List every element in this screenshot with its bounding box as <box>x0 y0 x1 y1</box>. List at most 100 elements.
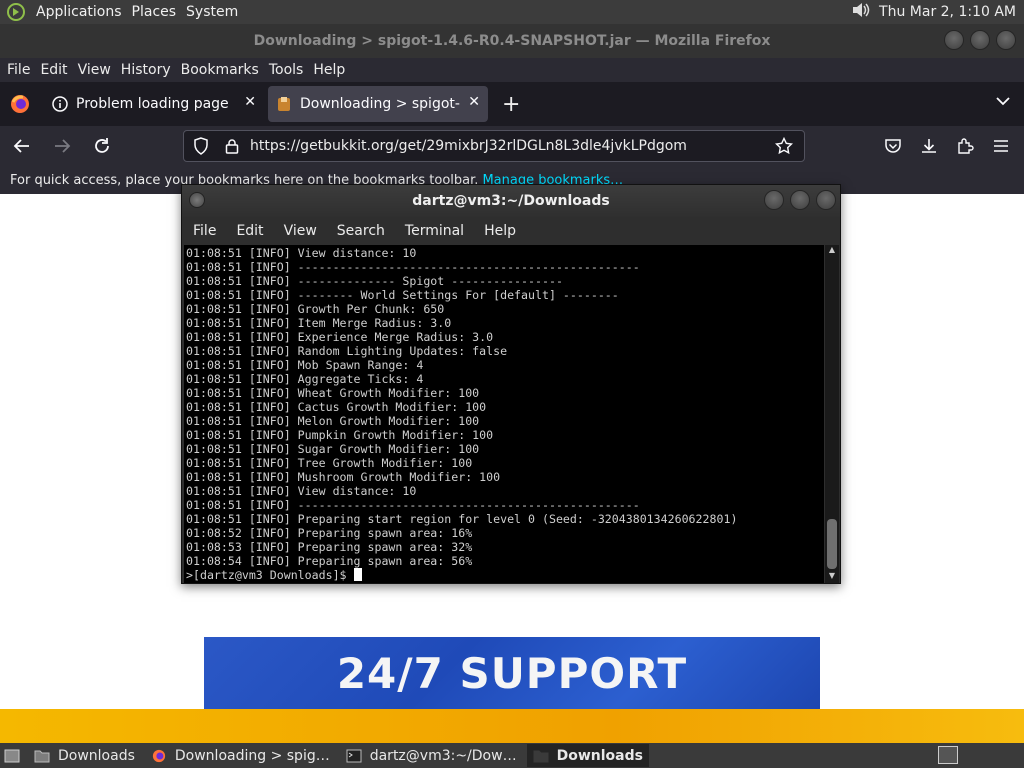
taskbar-item-downloads[interactable]: Downloads <box>28 744 141 767</box>
taskbar-label: dartz@vm3:~/Dow… <box>369 747 517 764</box>
terminal-menu-terminal[interactable]: Terminal <box>405 223 464 239</box>
folder-icon <box>34 750 50 762</box>
terminal-line: 01:08:51 [INFO] Item Merge Radius: 3.0 <box>186 316 452 330</box>
firefox-menubar: File Edit View History Bookmarks Tools H… <box>0 58 1024 82</box>
support-banner[interactable]: 24/7 SUPPORT <box>204 637 820 709</box>
terminal-cursor <box>353 568 362 581</box>
menu-view[interactable]: View <box>78 62 111 78</box>
terminal-line: 01:08:51 [INFO] View distance: 10 <box>186 484 417 498</box>
terminal-title: dartz@vm3:~/Downloads <box>412 193 610 209</box>
clock[interactable]: Thu Mar 2, 1:10 AM <box>879 4 1016 20</box>
terminal-line: 01:08:51 [INFO] Experience Merge Radius:… <box>186 330 494 344</box>
taskbar-item-firefox[interactable]: Downloading > spig… <box>145 744 336 767</box>
terminal-window[interactable]: dartz@vm3:~/Downloads File Edit View Sea… <box>181 184 841 584</box>
bookmark-star-icon[interactable] <box>770 137 798 155</box>
menu-history[interactable]: History <box>121 62 171 78</box>
taskbar-item-downloads-active[interactable]: Downloads <box>526 744 649 767</box>
back-arrow-icon[interactable] <box>4 130 40 162</box>
menu-help[interactable]: Help <box>313 62 345 78</box>
maximize-button[interactable] <box>970 30 990 50</box>
terminal-close-button[interactable] <box>816 190 836 210</box>
terminal-menu-file[interactable]: File <box>193 223 216 239</box>
folder-icon <box>533 750 549 762</box>
app-menu-hamburger-icon[interactable] <box>986 130 1016 162</box>
firefox-logo-icon <box>11 95 29 113</box>
system-menu[interactable]: System <box>186 4 238 20</box>
volume-icon[interactable] <box>851 1 871 23</box>
bottom-taskbar: Downloads Downloading > spig… dartz@vm3:… <box>0 743 1024 768</box>
firefox-view-button[interactable] <box>0 82 40 126</box>
terminal-menu-edit[interactable]: Edit <box>236 223 263 239</box>
menu-file[interactable]: File <box>7 62 30 78</box>
terminal-line: 01:08:51 [INFO] Aggregate Ticks: 4 <box>186 372 424 386</box>
terminal-line: 01:08:51 [INFO] Mob Spawn Range: 4 <box>186 358 424 372</box>
banner-text: 24/7 SUPPORT <box>336 648 688 698</box>
tab-label: Problem loading page <box>76 96 229 112</box>
url-text[interactable]: https://getbukkit.org/get/29mixbrJ32rlDG… <box>250 138 767 154</box>
terminal-line: 01:08:51 [INFO] Random Lighting Updates:… <box>186 344 508 358</box>
downloads-icon[interactable] <box>914 130 944 162</box>
tab-downloading[interactable]: Downloading > spigot-1.4.6 ✕ <box>268 86 488 122</box>
url-bar[interactable]: https://getbukkit.org/get/29mixbrJ32rlDG… <box>183 130 805 162</box>
reload-icon[interactable] <box>84 130 120 162</box>
tab-problem-loading[interactable]: Problem loading page ✕ <box>44 86 264 122</box>
terminal-prompt: >[dartz@vm3 Downloads]$ <box>186 568 354 582</box>
terminal-menu-search[interactable]: Search <box>337 223 385 239</box>
tab-close-icon[interactable]: ✕ <box>244 94 256 110</box>
show-desktop-icon <box>4 749 20 762</box>
terminal-maximize-button[interactable] <box>790 190 810 210</box>
tab-strip: Problem loading page ✕ Downloading > spi… <box>0 82 1024 126</box>
list-all-tabs-chevron-icon[interactable] <box>996 94 1010 110</box>
taskbar-item-terminal[interactable]: dartz@vm3:~/Dow… <box>340 744 523 767</box>
pocket-icon[interactable] <box>878 130 908 162</box>
terminal-line: 01:08:51 [INFO] ------------------------… <box>186 260 640 274</box>
lock-icon[interactable] <box>218 138 246 154</box>
menu-tools[interactable]: Tools <box>269 62 304 78</box>
terminal-line: 01:08:51 [INFO] Sugar Growth Modifier: 1… <box>186 442 480 456</box>
places-menu[interactable]: Places <box>132 4 177 20</box>
terminal-minimize-button[interactable] <box>764 190 784 210</box>
scroll-up-arrow-icon[interactable]: ▲ <box>825 245 839 257</box>
show-desktop-button[interactable] <box>0 744 24 767</box>
terminal-line: 01:08:51 [INFO] View distance: 10 <box>186 246 417 260</box>
bukkit-favicon-icon <box>276 96 292 112</box>
terminal-line: 01:08:51 [INFO] ------------------------… <box>186 498 640 512</box>
close-button[interactable] <box>996 30 1016 50</box>
terminal-line: 01:08:54 [INFO] Preparing spawn area: 56… <box>186 554 473 568</box>
menu-bookmarks[interactable]: Bookmarks <box>181 62 259 78</box>
firefox-titlebar: Downloading > spigot-1.4.6-R0.4-SNAPSHOT… <box>0 24 1024 58</box>
tab-close-icon[interactable]: ✕ <box>468 94 480 110</box>
workspace-switcher[interactable] <box>938 746 958 764</box>
terminal-menu-help[interactable]: Help <box>484 223 516 239</box>
minimize-button[interactable] <box>944 30 964 50</box>
menu-edit[interactable]: Edit <box>40 62 67 78</box>
terminal-titlebar[interactable]: dartz@vm3:~/Downloads <box>182 185 840 217</box>
extensions-icon[interactable] <box>950 130 980 162</box>
taskbar-label: Downloads <box>58 747 135 764</box>
new-tab-plus-icon[interactable]: + <box>502 92 520 117</box>
distro-logo-icon[interactable] <box>6 2 26 22</box>
terminal-line: 01:08:51 [INFO] -------------- Spigot --… <box>186 274 563 288</box>
scrollbar-thumb[interactable] <box>827 519 837 569</box>
terminal-window-menu-icon[interactable] <box>189 192 205 208</box>
gold-stripe <box>0 709 1024 743</box>
terminal-line: 01:08:51 [INFO] Wheat Growth Modifier: 1… <box>186 386 480 400</box>
terminal-menubar: File Edit View Search Terminal Help <box>182 217 840 245</box>
terminal-line: 01:08:51 [INFO] Growth Per Chunk: 650 <box>186 302 445 316</box>
applications-menu[interactable]: Applications <box>36 4 122 20</box>
scroll-down-arrow-icon[interactable]: ▼ <box>825 571 839 583</box>
tracking-shield-icon[interactable] <box>187 137 215 155</box>
terminal-line: 01:08:51 [INFO] Tree Growth Modifier: 10… <box>186 456 473 470</box>
terminal-icon <box>346 749 362 762</box>
terminal-prompt-line[interactable]: >[dartz@vm3 Downloads]$ <box>186 568 822 582</box>
tab-label: Downloading > spigot-1.4.6 <box>300 96 460 112</box>
terminal-menu-view[interactable]: View <box>284 223 317 239</box>
terminal-line: 01:08:51 [INFO] Mushroom Growth Modifier… <box>186 470 501 484</box>
forward-arrow-icon[interactable] <box>44 130 80 162</box>
terminal-line: 01:08:51 [INFO] Preparing start region f… <box>186 512 738 526</box>
terminal-line: 01:08:51 [INFO] Pumpkin Growth Modifier:… <box>186 428 494 442</box>
terminal-line: 01:08:52 [INFO] Preparing spawn area: 16… <box>186 526 473 540</box>
terminal-scrollbar[interactable]: ▲ ▼ <box>825 245 839 583</box>
terminal-output[interactable]: 01:08:51 [INFO] View distance: 10 01:08:… <box>184 245 824 583</box>
firefox-logo-icon <box>152 749 166 762</box>
